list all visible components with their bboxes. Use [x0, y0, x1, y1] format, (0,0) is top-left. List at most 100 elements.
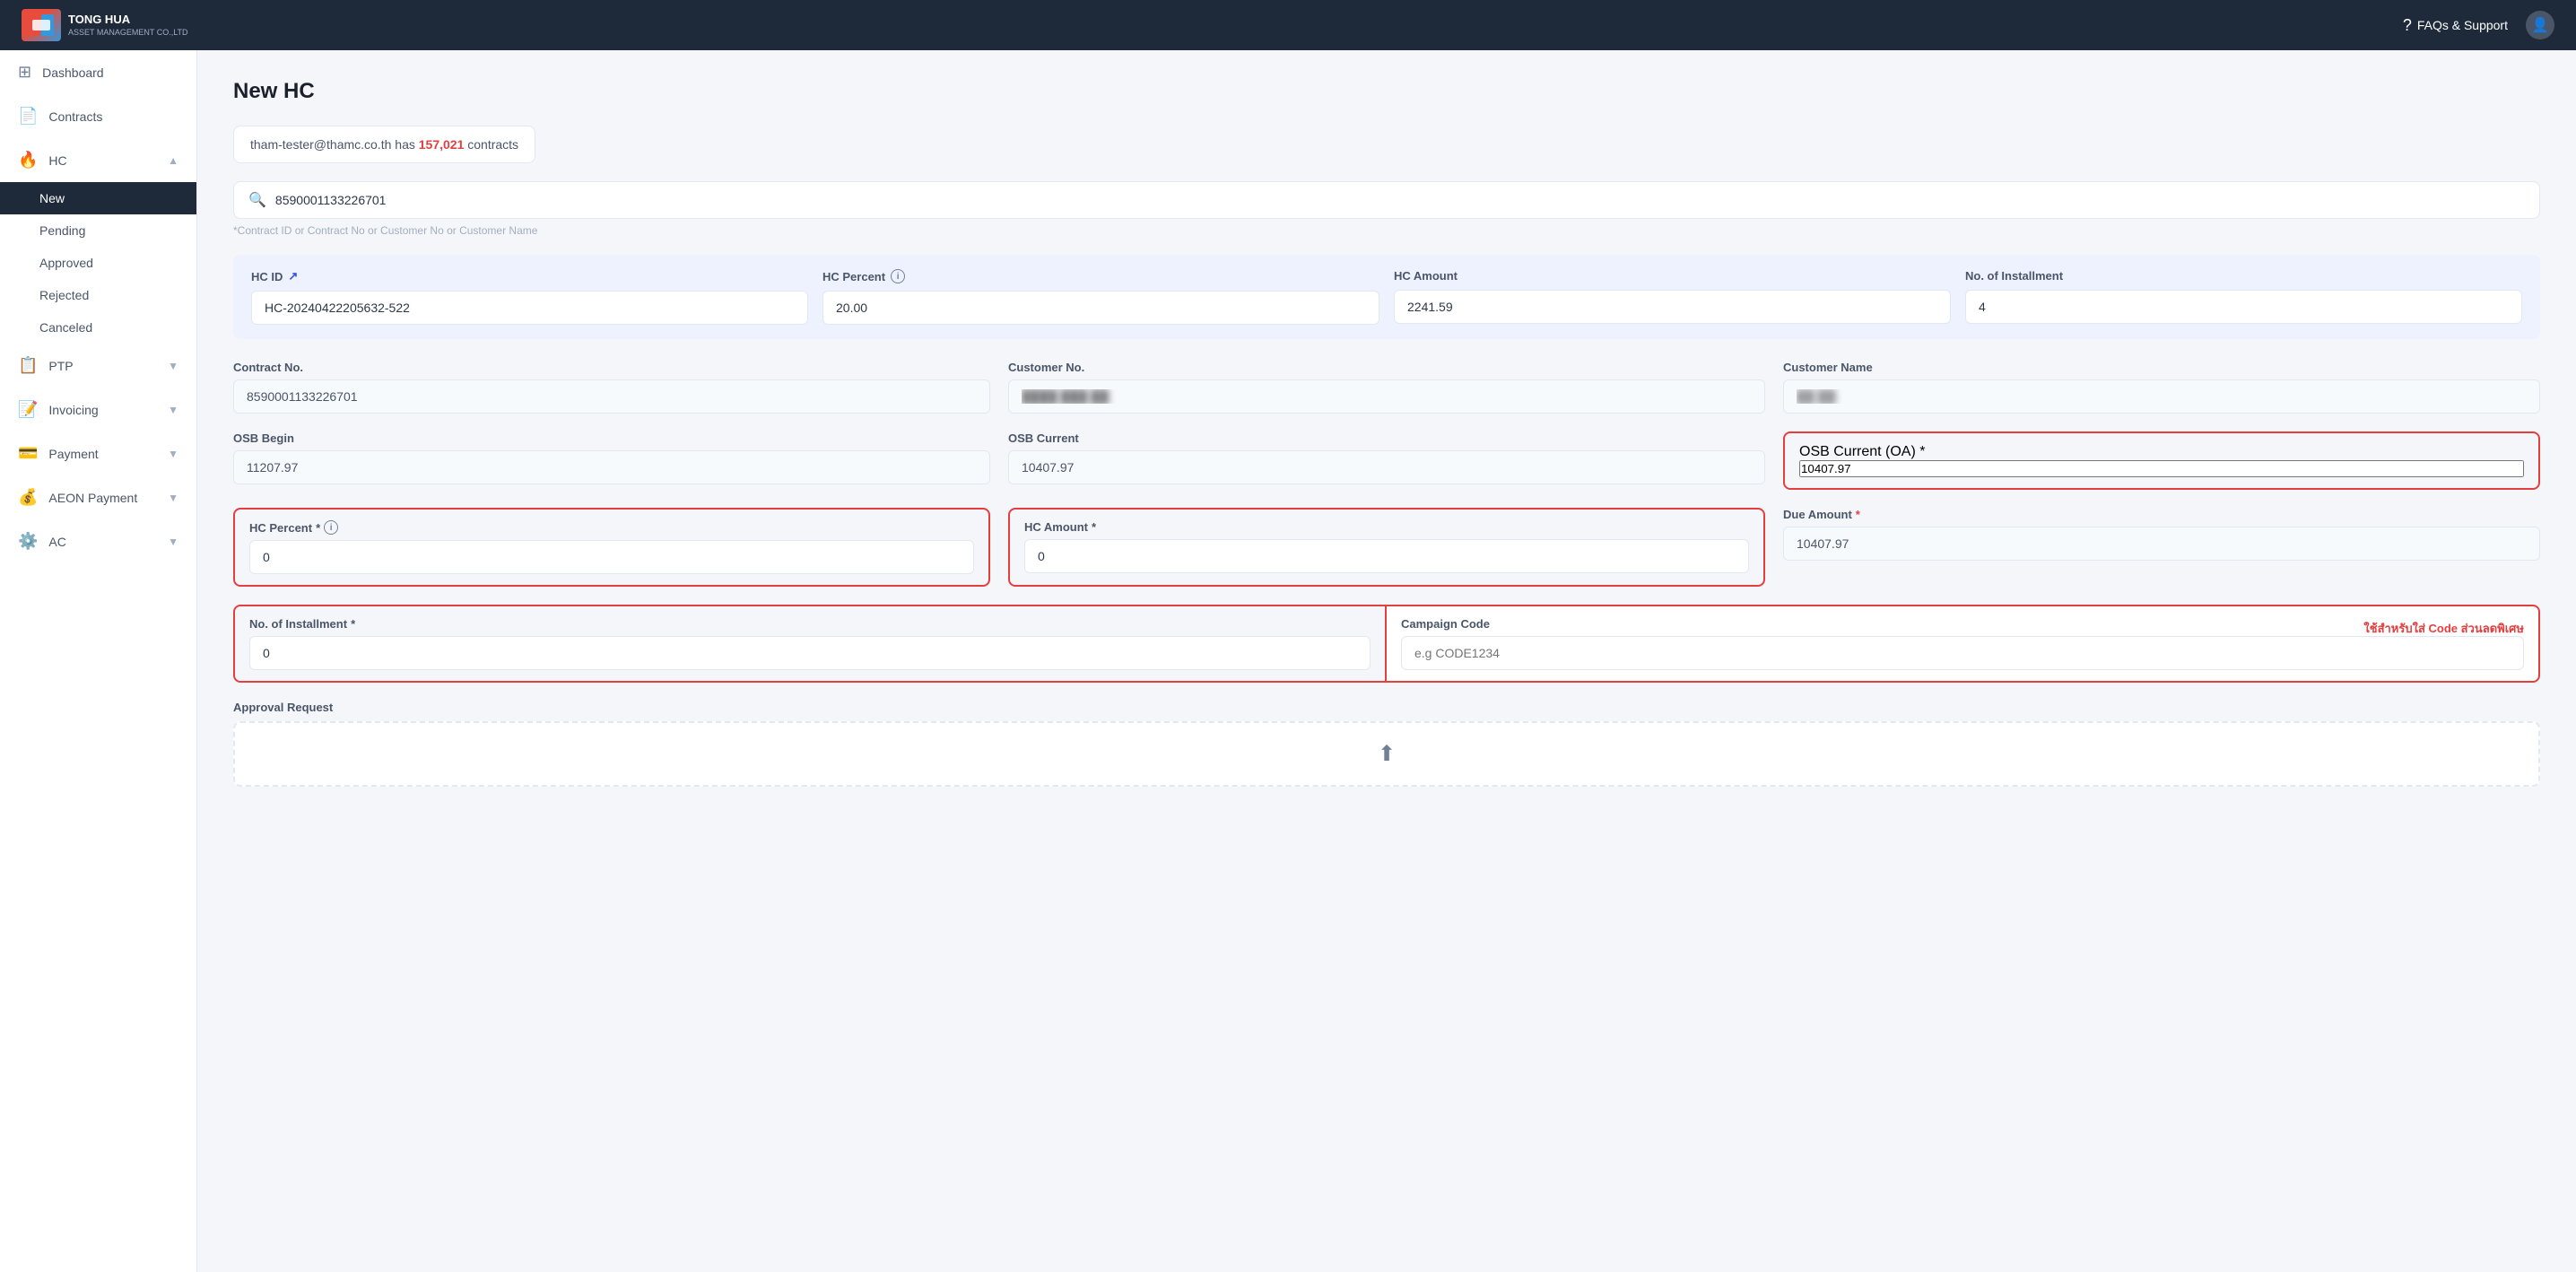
- sidebar-item-invoicing[interactable]: 📝 Invoicing ▼: [0, 388, 196, 431]
- logo-text-line1: TONG HUA: [68, 13, 188, 28]
- sidebar: ⊞ Dashboard 📄 Contracts 🔥 HC ▲ New Pendi…: [0, 50, 197, 1272]
- logo-icon: [22, 9, 61, 41]
- approval-section: Approval Request ⬆: [233, 701, 2540, 787]
- hc-id-label: HC ID ↗: [251, 269, 808, 283]
- payment-icon: 💳: [18, 444, 38, 463]
- no-installment-col: No. of Installment 4: [1965, 269, 2522, 325]
- search-icon: 🔍: [248, 191, 266, 209]
- external-link-icon[interactable]: ↗: [288, 269, 298, 283]
- banner-email: tham-tester@thamc.co.th: [250, 137, 391, 152]
- sidebar-label-dashboard: Dashboard: [42, 65, 178, 80]
- navbar-right: ? FAQs & Support 👤: [2403, 11, 2554, 39]
- chevron-down-icon-aeon: ▼: [168, 492, 178, 504]
- contract-no-group: Contract No.: [233, 361, 990, 414]
- sidebar-label-ptp: PTP: [48, 359, 157, 373]
- osb-current-oa-input[interactable]: [1799, 460, 2524, 477]
- sidebar-sub-item-approved[interactable]: Approved: [0, 247, 196, 279]
- hc-table: HC ID ↗ HC-20240422205632-522 HC Percent…: [233, 255, 2540, 339]
- sidebar-label-ac: AC: [48, 535, 157, 549]
- customer-no-input: [1008, 379, 1765, 414]
- no-installment-label: No. of Installment: [1965, 269, 2522, 283]
- sidebar-item-contracts[interactable]: 📄 Contracts: [0, 94, 196, 138]
- banner-count: 157,021: [419, 137, 465, 152]
- info-banner: tham-tester@thamc.co.th has 157,021 cont…: [233, 126, 535, 163]
- banner-contracts-text: contracts: [467, 137, 518, 152]
- osb-begin-group: OSB Begin: [233, 431, 990, 490]
- hc-amount-col: HC Amount 2241.59: [1394, 269, 1951, 325]
- search-input[interactable]: [275, 193, 2525, 207]
- due-amount-group: Due Amount *: [1783, 508, 2540, 587]
- sidebar-sub-item-pending[interactable]: Pending: [0, 214, 196, 247]
- sidebar-sub-item-rejected[interactable]: Rejected: [0, 279, 196, 311]
- avatar-icon: 👤: [2531, 16, 2549, 34]
- hc-percent-value: 20.00: [822, 291, 1379, 325]
- customer-name-group: Customer Name: [1783, 361, 2540, 414]
- no-installment-field-label: No. of Installment *: [249, 617, 1371, 631]
- aeon-payment-icon: 💰: [18, 488, 38, 507]
- sidebar-sub-item-new[interactable]: New: [0, 182, 196, 214]
- customer-name-input: [1783, 379, 2540, 414]
- sidebar-item-ac[interactable]: ⚙️ AC ▼: [0, 519, 196, 563]
- sidebar-item-ptp[interactable]: 📋 PTP ▼: [0, 344, 196, 388]
- osb-current-group: OSB Current: [1008, 431, 1765, 490]
- hc-id-value: HC-20240422205632-522: [251, 291, 808, 325]
- customer-no-label: Customer No.: [1008, 361, 1765, 374]
- invoicing-icon: 📝: [18, 400, 38, 419]
- info-icon-hc-percent-field: i: [324, 520, 338, 535]
- upload-box[interactable]: ⬆: [233, 721, 2540, 787]
- sidebar-sub-label-new: New: [39, 191, 65, 205]
- hc-amount-value: 2241.59: [1394, 290, 1951, 324]
- main-content: New HC tham-tester@thamc.co.th has 157,0…: [197, 50, 2576, 1272]
- faq-button[interactable]: ? FAQs & Support: [2403, 16, 2508, 35]
- sidebar-item-hc[interactable]: 🔥 HC ▲: [0, 138, 196, 182]
- osb-current-oa-label: OSB Current (OA) *: [1799, 444, 1926, 459]
- hc-percent-input[interactable]: [249, 540, 974, 574]
- ac-icon: ⚙️: [18, 532, 38, 551]
- hc-percent-col: HC Percent i 20.00: [822, 269, 1379, 325]
- sidebar-label-payment: Payment: [48, 447, 157, 461]
- due-amount-label: Due Amount *: [1783, 508, 2540, 521]
- question-icon: ?: [2403, 16, 2412, 35]
- chevron-down-icon-ac: ▼: [168, 536, 178, 548]
- no-installment-group: No. of Installment *: [233, 605, 1387, 683]
- dashboard-icon: ⊞: [18, 63, 31, 82]
- hc-id-col: HC ID ↗ HC-20240422205632-522: [251, 269, 808, 325]
- chevron-down-icon-payment: ▼: [168, 448, 178, 460]
- logo-text-line2: ASSET MANAGEMENT CO.,LTD: [68, 28, 188, 39]
- hc-amount-input[interactable]: [1024, 539, 1749, 573]
- sidebar-sub-label-rejected: Rejected: [39, 288, 89, 302]
- form-row-1: Contract No. Customer No. Customer Name: [233, 361, 2540, 414]
- sidebar-sub-item-canceled[interactable]: Canceled: [0, 311, 196, 344]
- sidebar-label-contracts: Contracts: [48, 109, 178, 124]
- sidebar-sub-label-pending: Pending: [39, 223, 85, 238]
- sidebar-label-aeon-payment: AEON Payment: [48, 491, 157, 505]
- sidebar-item-aeon-payment[interactable]: 💰 AEON Payment ▼: [0, 475, 196, 519]
- sidebar-item-dashboard[interactable]: ⊞ Dashboard: [0, 50, 196, 94]
- sidebar-item-payment[interactable]: 💳 Payment ▼: [0, 431, 196, 475]
- customer-no-group: Customer No.: [1008, 361, 1765, 414]
- no-installment-input[interactable]: [249, 636, 1371, 670]
- osb-begin-input: [233, 450, 990, 484]
- form-row-4: No. of Installment * Campaign Code ใช้สำ…: [233, 605, 2540, 683]
- user-avatar[interactable]: 👤: [2526, 11, 2554, 39]
- form-row-2: OSB Begin OSB Current OSB Current (OA) *: [233, 431, 2540, 490]
- chevron-down-icon-ptp: ▼: [168, 360, 178, 372]
- osb-current-oa-group: OSB Current (OA) *: [1783, 431, 2540, 490]
- sidebar-label-invoicing: Invoicing: [48, 403, 157, 417]
- campaign-code-input[interactable]: [1401, 636, 2524, 670]
- hc-percent-field-label: HC Percent * i: [249, 520, 974, 535]
- contract-no-input[interactable]: [233, 379, 990, 414]
- osb-current-input: [1008, 450, 1765, 484]
- form-row-3: HC Percent * i HC Amount * Due Amount *: [233, 508, 2540, 587]
- page-title: New HC: [233, 79, 2540, 104]
- sidebar-sub-label-canceled: Canceled: [39, 320, 92, 335]
- no-installment-value: 4: [1965, 290, 2522, 324]
- campaign-code-group: Campaign Code ใช้สำหรับใส่ Code ส่วนลดพิ…: [1387, 605, 2540, 683]
- campaign-code-label: Campaign Code: [1401, 617, 2524, 631]
- osb-current-label: OSB Current: [1008, 431, 1765, 445]
- customer-name-label: Customer Name: [1783, 361, 2540, 374]
- chevron-up-icon: ▲: [168, 154, 178, 167]
- search-bar: 🔍: [233, 181, 2540, 219]
- chevron-down-icon-invoicing: ▼: [168, 404, 178, 416]
- hc-icon: 🔥: [18, 151, 38, 170]
